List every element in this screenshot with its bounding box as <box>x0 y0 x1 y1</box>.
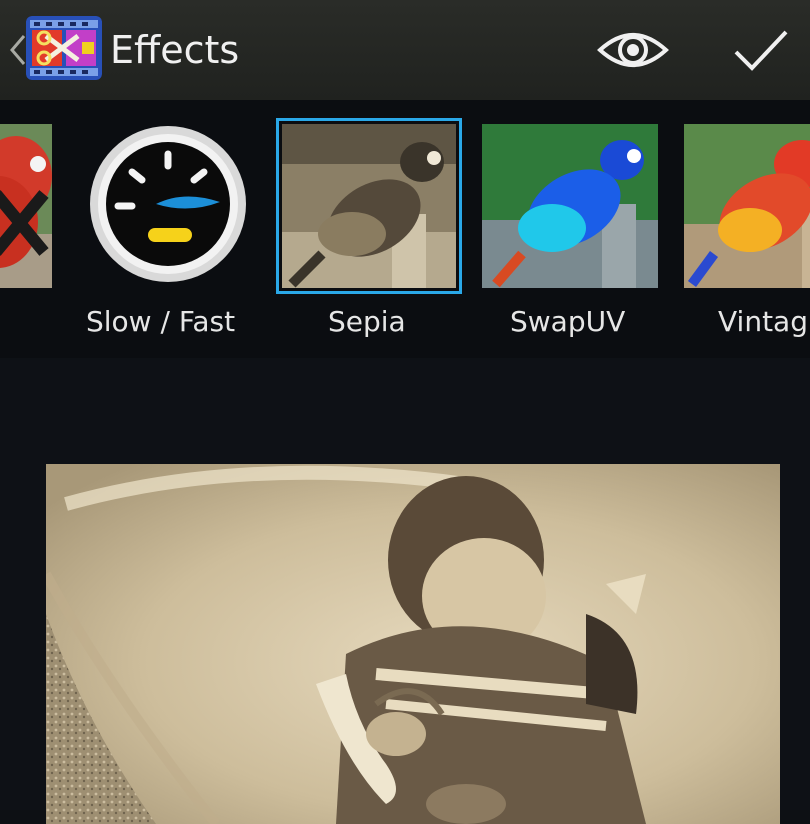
vintage-parrot-thumbnail <box>684 124 810 288</box>
effect-thumbnail <box>84 124 254 288</box>
eye-icon <box>597 33 669 67</box>
sepia-video-frame-image <box>46 464 780 824</box>
effect-label: Vintag <box>718 305 808 338</box>
effect-thumbnail <box>684 124 810 288</box>
effect-label: SwapUV <box>510 305 626 338</box>
effect-item-sepia[interactable]: Sepia <box>276 100 462 358</box>
preview-area <box>0 358 810 824</box>
speedometer-icon <box>90 126 246 282</box>
swapuv-parrot-thumbnail <box>482 124 658 288</box>
checkmark-icon <box>734 30 788 71</box>
effect-label: Slow / Fast <box>86 305 236 338</box>
preview-button[interactable] <box>594 22 672 78</box>
effect-thumbnail <box>282 124 456 288</box>
action-bar: Effects <box>0 0 810 100</box>
sepia-parrot-thumbnail <box>282 124 456 288</box>
video-preview[interactable] <box>46 464 780 824</box>
effect-label: Sepia <box>328 305 406 338</box>
effect-item-vintage[interactable]: Vintag <box>684 100 810 358</box>
effects-strip[interactable]: Slow / Fast Sepia SwapUV Vintag <box>0 100 810 358</box>
app-icon[interactable] <box>26 16 102 80</box>
effect-thumbnail <box>482 124 658 288</box>
effect-item-remove[interactable] <box>0 100 52 358</box>
effect-item-swapuv[interactable]: SwapUV <box>482 100 660 358</box>
screen-title: Effects <box>110 28 240 72</box>
remove-effect-thumbnail <box>0 124 52 288</box>
effect-item-slow-fast[interactable]: Slow / Fast <box>78 100 258 358</box>
effect-thumbnail <box>0 124 52 288</box>
confirm-button[interactable] <box>726 18 796 82</box>
video-editor-app-icon <box>26 16 102 80</box>
